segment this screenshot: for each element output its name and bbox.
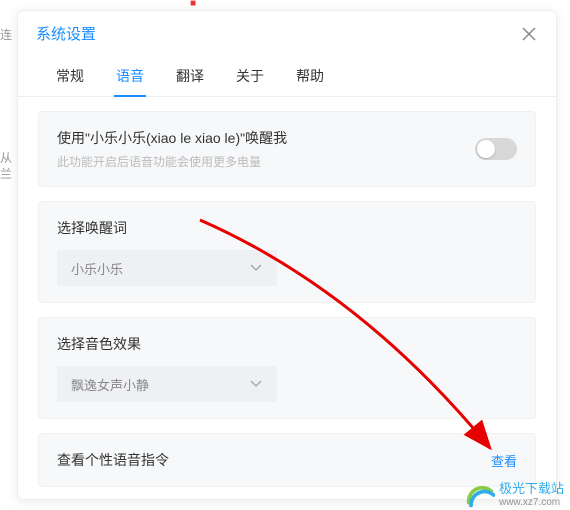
voice-effect-label: 选择音色效果 [57,334,517,354]
modal-content: 使用"小乐小乐(xiao le xiao le)"唤醒我 此功能开启后语音功能会… [18,111,556,487]
wake-title: 使用"小乐小乐(xiao le xiao le)"唤醒我 [57,128,287,148]
toggle-knob [477,140,495,158]
voice-effect-value: 飘逸女声小静 [71,375,149,394]
close-icon[interactable] [520,25,538,43]
wake-subtitle: 此功能开启后语音功能会使用更多电量 [57,153,287,170]
wake-word-select[interactable]: 小乐小乐 [57,250,277,286]
modal-title: 系统设置 [36,23,96,44]
tab-about[interactable]: 关于 [234,58,266,96]
watermark-logo-icon [465,480,495,510]
wake-word-value: 小乐小乐 [71,259,123,278]
view-link[interactable]: 查看 [491,451,517,470]
cropped-left-text-2: 连 [0,26,12,43]
watermark-name: 极光下载站 [499,482,564,496]
cropped-top-red-text: ■ [190,0,196,9]
wake-text: 使用"小乐小乐(xiao le xiao le)"唤醒我 此功能开启后语音功能会… [57,128,287,170]
wake-word-label: 选择唤醒词 [57,218,517,238]
cropped-left-text: 从 兰 [0,150,12,182]
tab-general[interactable]: 常规 [54,58,86,96]
wake-section: 使用"小乐小乐(xiao le xiao le)"唤醒我 此功能开启后语音功能会… [38,111,536,187]
watermark-url: www.xz7.com [499,497,564,508]
custom-cmd-label: 查看个性语音指令 [57,450,169,470]
voice-effect-section: 选择音色效果 飘逸女声小静 [38,317,536,419]
tab-voice[interactable]: 语音 [114,58,146,96]
voice-effect-select[interactable]: 飘逸女声小静 [57,366,277,402]
wake-word-section: 选择唤醒词 小乐小乐 [38,201,536,303]
tab-translate[interactable]: 翻译 [174,58,206,96]
tab-help[interactable]: 帮助 [294,58,326,96]
settings-modal: 系统设置 常规 语音 翻译 关于 帮助 使用"小乐小乐(xiao le xiao… [17,10,557,500]
custom-cmd-section: 查看个性语音指令 查看 [38,433,536,487]
chevron-down-icon [249,376,263,393]
wake-toggle[interactable] [475,138,517,160]
chevron-down-icon [249,260,263,277]
modal-header: 系统设置 [18,11,556,52]
tabs: 常规 语音 翻译 关于 帮助 [18,52,556,97]
watermark: 极光下载站 www.xz7.com [465,480,564,510]
